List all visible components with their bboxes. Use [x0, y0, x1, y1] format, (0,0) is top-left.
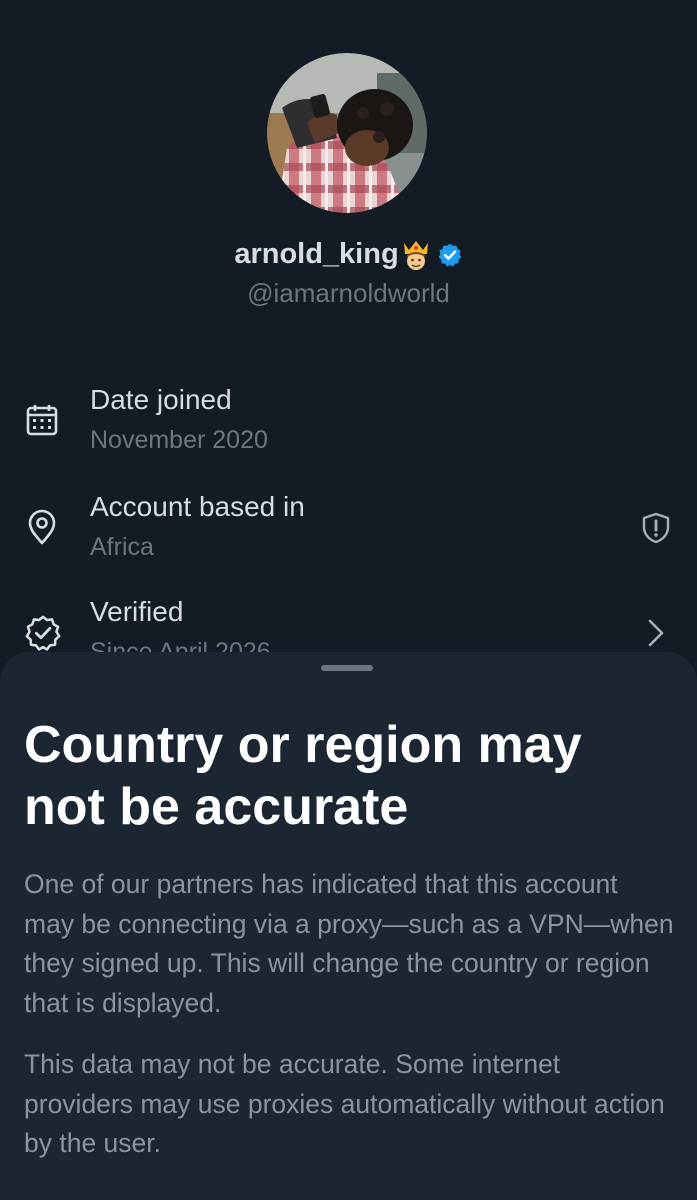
avatar-photo [267, 53, 427, 213]
profile-about-screen: arnold_king @iamarnoldworld Date joined … [0, 0, 697, 1200]
profile-handle: @iamarnoldworld [247, 278, 450, 308]
account-location-row[interactable]: Account based in Africa [0, 487, 697, 577]
account-location-value: Africa [90, 533, 154, 561]
crown-emoji-icon [401, 239, 431, 271]
sheet-paragraph-proxy: One of our partners has indicated that t… [24, 869, 674, 1018]
verified-check-icon [24, 614, 62, 652]
calendar-icon [24, 402, 62, 440]
sheet-paragraph-accuracy: This data may not be accurate. Some inte… [24, 1049, 665, 1158]
sheet-drag-handle[interactable] [321, 665, 373, 671]
date-joined-row: Date joined November 2020 [0, 380, 697, 470]
chevron-right-icon[interactable] [639, 616, 673, 650]
verified-label: Verified [90, 596, 184, 627]
location-pin-icon [24, 509, 62, 547]
profile-avatar[interactable] [267, 53, 427, 213]
verified-badge-icon[interactable] [437, 242, 463, 268]
display-name: arnold_king [234, 238, 399, 270]
shield-alert-icon[interactable] [639, 511, 673, 545]
display-name-row: arnold_king [0, 238, 697, 271]
info-bottom-sheet: Country or region may not be accurate On… [0, 652, 697, 1200]
date-joined-label: Date joined [90, 384, 232, 415]
date-joined-value: November 2020 [90, 426, 268, 454]
sheet-title: Country or region may not be accurate [24, 716, 582, 836]
account-location-label: Account based in [90, 491, 305, 522]
